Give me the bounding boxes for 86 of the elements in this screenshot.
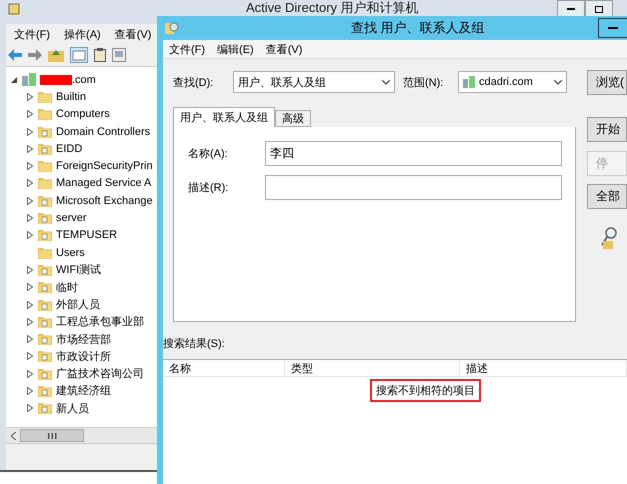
tree-row[interactable]: Users — [6, 244, 157, 262]
tree-item[interactable]: ForeignSecurityPrin — [56, 160, 153, 172]
domain-icon — [463, 76, 475, 88]
action-button[interactable]: 全部 — [587, 184, 627, 209]
scope-dropdown[interactable]: cdadri.com — [458, 71, 567, 93]
expander-icon[interactable] — [26, 370, 34, 378]
maximize-icon — [595, 6, 603, 12]
expander-icon[interactable] — [26, 128, 34, 136]
empty-message: 搜索不到相符的项目 — [370, 379, 481, 402]
tree-item[interactable]: 工程总承包事业部 — [56, 314, 144, 330]
menu-item[interactable]: 文件(F) — [14, 26, 50, 42]
tree-item[interactable]: 市政设计所 — [56, 348, 111, 364]
expander-icon[interactable] — [26, 283, 34, 292]
find-label: 查找(D): — [173, 76, 214, 90]
tab[interactable]: 高级 — [275, 110, 311, 127]
browse-button[interactable]: 浏览( — [587, 70, 627, 95]
results-label: 搜索结果(S): — [163, 336, 225, 351]
field-label: 描述(R): — [188, 181, 230, 195]
expander-icon[interactable] — [26, 318, 34, 326]
column-header[interactable]: 描述 — [460, 360, 627, 376]
dialog-title: 查找 用户、联系人及组 — [351, 19, 485, 37]
tree-item[interactable]: Builtin — [56, 90, 86, 103]
expander-icon[interactable] — [26, 110, 34, 118]
tree-item[interactable]: Managed Service A — [56, 177, 152, 190]
expander-icon[interactable] — [26, 162, 34, 170]
chevron-down-icon — [382, 80, 390, 84]
column-header[interactable]: 类型 — [285, 360, 460, 376]
find-dropdown[interactable]: 用户、联系人及组 — [233, 71, 395, 93]
input-field[interactable] — [265, 175, 562, 200]
expander-icon[interactable] — [10, 76, 18, 84]
menu-item[interactable]: 查看(V) — [114, 26, 152, 42]
expander-icon[interactable] — [26, 335, 34, 344]
tree-item[interactable]: EIDD — [56, 142, 82, 155]
tree-item[interactable]: 新人员 — [56, 400, 89, 416]
forward-icon[interactable] — [28, 49, 42, 61]
minimize-icon — [608, 27, 618, 29]
action-button[interactable]: 开始 — [587, 117, 627, 142]
menu-item[interactable]: 文件(F) — [169, 42, 206, 56]
tree-item[interactable]: server — [56, 212, 87, 224]
expander-icon[interactable] — [26, 144, 34, 153]
expander-icon[interactable] — [26, 179, 34, 188]
expander-icon[interactable] — [26, 231, 34, 240]
menu-item[interactable]: 查看(V) — [266, 42, 302, 56]
tree-item[interactable]: 广益技术咨询公司 — [56, 366, 144, 382]
tree-item[interactable]: 建筑经济组 — [56, 383, 111, 398]
expander-icon[interactable] — [26, 352, 34, 360]
horizontal-scrollbar[interactable] — [6, 427, 157, 443]
menu-item[interactable]: 编辑(E) — [217, 42, 254, 56]
tab[interactable]: 用户、联系人及组 — [173, 107, 275, 127]
properties-icon[interactable] — [112, 48, 126, 62]
expander-icon[interactable] — [26, 266, 34, 274]
chevron-down-icon — [554, 80, 562, 84]
tree-item[interactable]: 外部人员 — [56, 297, 100, 312]
tree-item[interactable]: WIFI测试 — [56, 262, 102, 278]
minimize-button[interactable] — [598, 18, 627, 38]
search-icon — [165, 21, 179, 35]
expander-icon[interactable] — [26, 300, 34, 308]
expander-icon[interactable] — [26, 196, 34, 205]
scope-label: 范围(N): — [403, 76, 444, 90]
domain-icon — [22, 73, 36, 86]
column-header[interactable]: 名称 — [163, 360, 285, 376]
menu-item[interactable]: 操作(A) — [64, 26, 101, 42]
app-icon — [8, 3, 20, 15]
search-person-icon — [601, 227, 617, 249]
clipboard-icon[interactable] — [94, 48, 106, 62]
console-tree-icon[interactable] — [70, 47, 88, 63]
tree-item[interactable]: Users — [56, 246, 85, 259]
folder-up-icon[interactable] — [48, 48, 64, 62]
expander-icon[interactable] — [26, 386, 34, 395]
minimize-icon — [567, 8, 575, 10]
input-field[interactable]: 李四 — [265, 141, 562, 166]
tree-item[interactable]: Computers — [56, 108, 110, 120]
tree-item[interactable]: 临时 — [56, 280, 78, 295]
field-label: 名称(A): — [188, 147, 229, 161]
expander-icon[interactable] — [26, 404, 34, 412]
tree-item[interactable]: Domain Controllers — [56, 126, 150, 138]
tree-item[interactable]: TEMPUSER — [56, 229, 118, 242]
scroll-left-icon[interactable] — [10, 432, 16, 440]
back-icon[interactable] — [8, 49, 22, 61]
expander-icon[interactable] — [26, 92, 34, 101]
window-title: Active Directory 用户和计算机 — [246, 0, 419, 16]
grip-icon — [48, 432, 56, 438]
tree-item[interactable]: Microsoft Exchange — [56, 194, 153, 207]
expander-icon[interactable] — [26, 214, 34, 222]
tree-item[interactable]: .com — [72, 74, 96, 86]
tree-item[interactable]: 市场经营部 — [56, 332, 111, 347]
